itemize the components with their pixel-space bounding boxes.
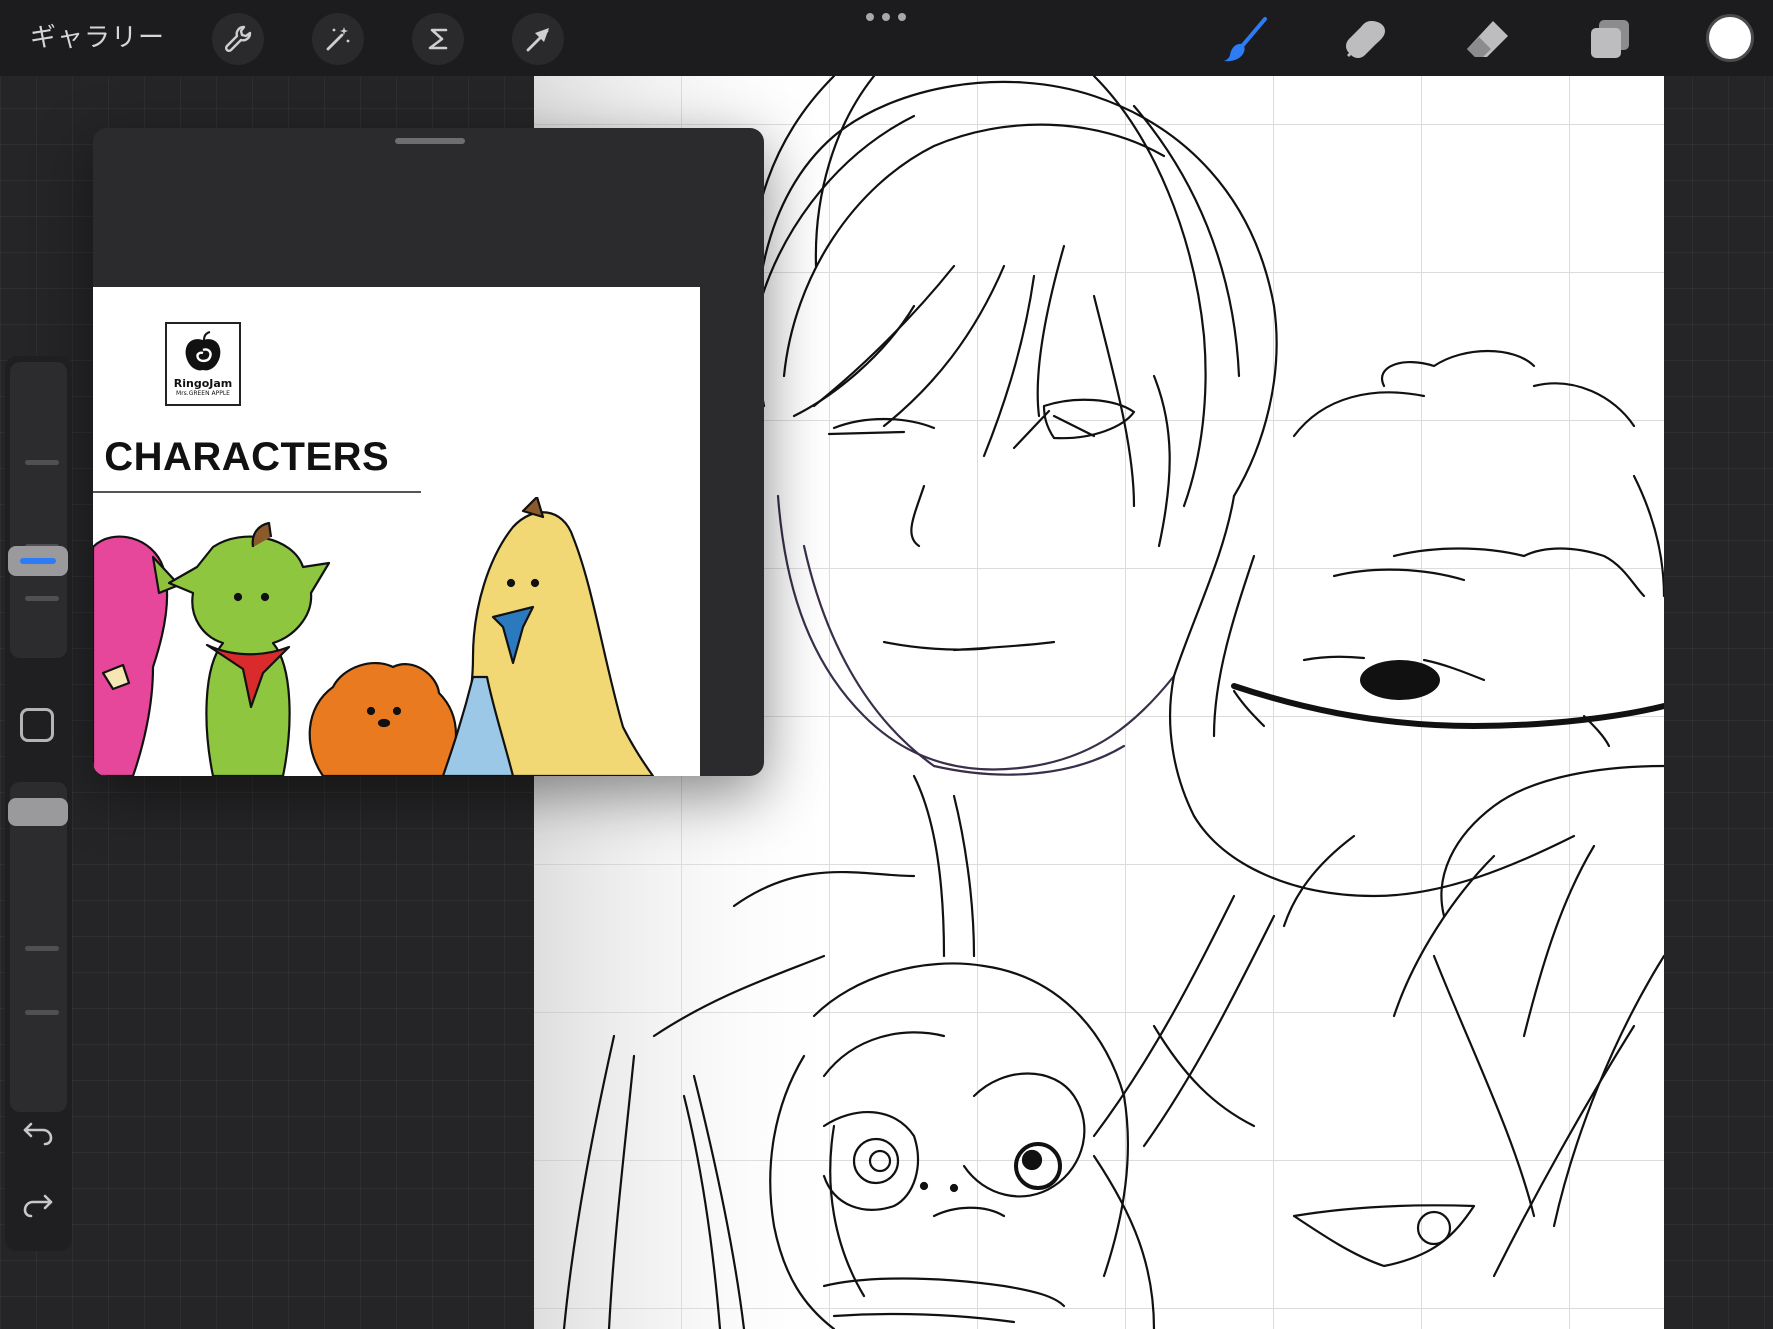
left-sidebar xyxy=(5,356,72,1251)
wrench-icon xyxy=(224,25,252,53)
logo-name: RingoJam xyxy=(173,377,233,390)
dot-icon xyxy=(882,13,890,21)
title-underline xyxy=(93,491,421,493)
selection-button[interactable] xyxy=(412,13,464,65)
redo-icon xyxy=(23,1194,53,1218)
undo-button[interactable] xyxy=(19,1112,57,1150)
dot-icon xyxy=(866,13,874,21)
top-toolbar: ギャラリー xyxy=(0,0,1773,76)
undo-icon xyxy=(23,1122,53,1146)
ringojam-logo: RingoJam Mrs.GREEN APPLE xyxy=(165,322,241,406)
slider-tick xyxy=(25,1010,59,1015)
layers-tool[interactable] xyxy=(1582,12,1638,68)
reference-panel[interactable]: RingoJam Mrs.GREEN APPLE / CHARACTERS xyxy=(93,128,764,776)
actions-button[interactable] xyxy=(212,13,264,65)
slider-tick xyxy=(25,596,59,601)
redo-button[interactable] xyxy=(19,1184,57,1222)
brush-tool[interactable] xyxy=(1218,12,1274,68)
brush-size-slider[interactable] xyxy=(10,362,67,658)
selection-s-icon xyxy=(428,28,448,50)
color-picker-button[interactable] xyxy=(1706,14,1754,62)
apple-logo-icon xyxy=(185,331,221,371)
reference-title: / CHARACTERS xyxy=(93,435,390,479)
opacity-slider[interactable] xyxy=(10,782,67,1112)
opacity-thumb[interactable] xyxy=(8,798,68,826)
slider-indicator xyxy=(20,558,56,564)
layers-icon xyxy=(1591,20,1629,58)
eraser-tool[interactable] xyxy=(1460,12,1516,68)
modify-button[interactable] xyxy=(20,708,54,742)
transform-button[interactable] xyxy=(512,13,564,65)
adjustments-button[interactable] xyxy=(312,13,364,65)
gallery-button[interactable]: ギャラリー xyxy=(30,18,165,58)
transform-arrow-icon xyxy=(526,28,549,52)
logo-subtitle: Mrs.GREEN APPLE xyxy=(176,390,230,397)
smudge-icon xyxy=(1346,21,1385,58)
slider-tick xyxy=(25,946,59,951)
magic-wand-icon xyxy=(326,27,350,51)
more-options-button[interactable] xyxy=(866,10,906,24)
panel-drag-handle[interactable] xyxy=(395,138,465,144)
eraser-icon xyxy=(1467,21,1508,57)
reference-image: RingoJam Mrs.GREEN APPLE / CHARACTERS xyxy=(93,287,700,776)
brush-size-thumb[interactable] xyxy=(8,546,68,576)
slider-tick xyxy=(25,460,59,465)
character-illustrations xyxy=(93,497,655,776)
smudge-tool[interactable] xyxy=(1338,12,1394,68)
brush-icon xyxy=(1224,17,1267,62)
dot-icon xyxy=(898,13,906,21)
